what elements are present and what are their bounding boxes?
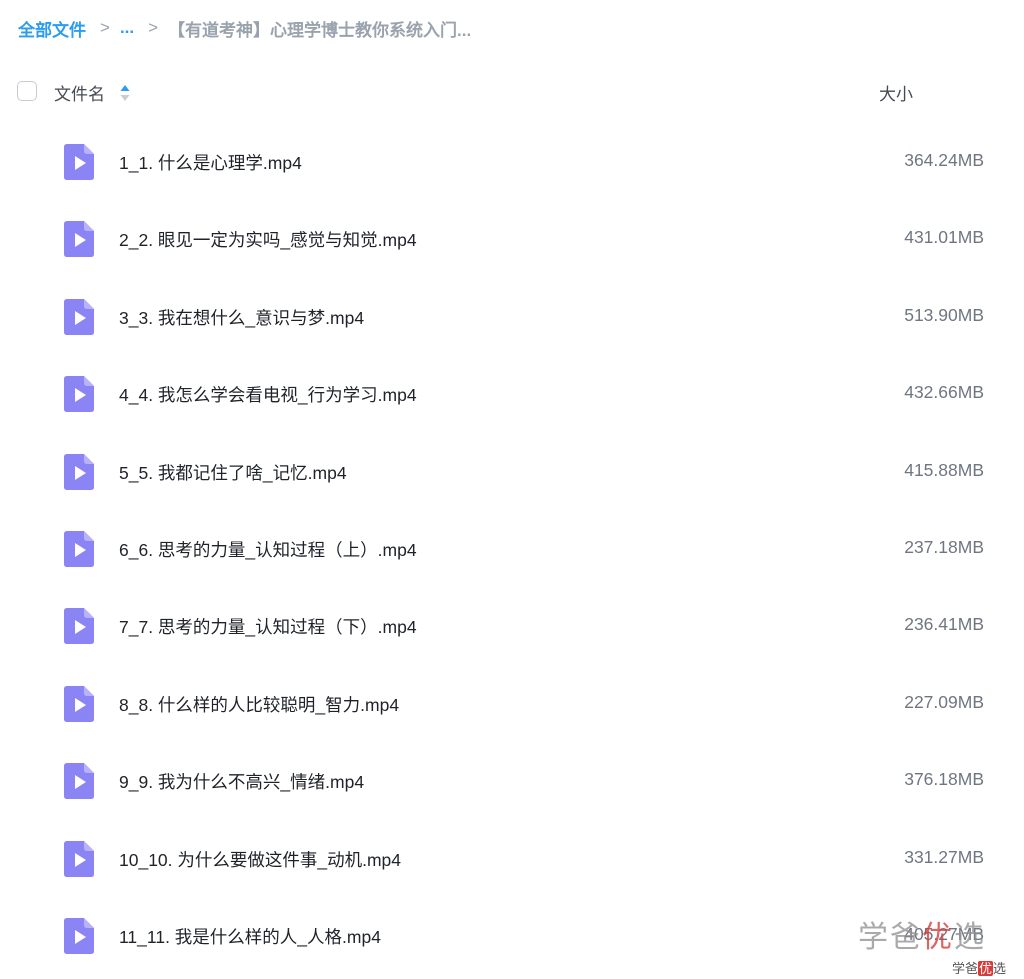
file-size: 431.01MB [904, 227, 984, 248]
file-row[interactable]: 8_8. 什么样的人比较聪明_智力.mp4 227.09MB [0, 665, 1024, 742]
column-header-name[interactable]: 文件名 [54, 80, 131, 105]
video-file-icon [64, 453, 94, 490]
file-name[interactable]: 10_10. 为什么要做这件事_动机.mp4 [119, 847, 401, 872]
select-all-checkbox[interactable] [17, 81, 37, 101]
file-row[interactable]: 9_9. 我为什么不高兴_情绪.mp4 376.18MB [0, 742, 1024, 819]
file-name[interactable]: 7_7. 思考的力量_认知过程（下）.mp4 [119, 614, 417, 639]
video-file-icon [64, 840, 94, 877]
watermark-small-text-end: 选 [993, 961, 1007, 976]
breadcrumb-ellipsis-link[interactable]: ... [120, 18, 134, 38]
file-row[interactable]: 6_6. 思考的力量_认知过程（上）.mp4 237.18MB [0, 510, 1024, 587]
watermark-small: 学爸优选 [952, 958, 1006, 977]
file-name[interactable]: 9_9. 我为什么不高兴_情绪.mp4 [119, 769, 364, 794]
file-list-header: 文件名 大小 [0, 72, 1024, 110]
video-file-icon [64, 608, 94, 645]
video-file-icon [64, 221, 94, 258]
file-list: 1_1. 什么是心理学.mp4 364.24MB 2_2. 眼见一定为实吗_感觉… [0, 123, 1024, 974]
file-name[interactable]: 8_8. 什么样的人比较聪明_智力.mp4 [119, 692, 399, 717]
file-size: 364.24MB [904, 150, 984, 170]
video-file-icon [64, 144, 94, 180]
file-size: 227.09MB [904, 691, 984, 712]
video-file-icon [64, 376, 94, 413]
video-file-icon [64, 763, 94, 800]
breadcrumb: 全部文件 > ... > 【有道考神】心理学博士教你系统入门... [18, 14, 471, 42]
breadcrumb-current-folder: 【有道考神】心理学博士教你系统入门... [168, 20, 472, 40]
file-size: 415.88MB [904, 459, 984, 480]
breadcrumb-root-link[interactable]: 全部文件 [18, 16, 86, 41]
file-size: 237.18MB [904, 536, 984, 557]
chevron-right-icon: > [100, 18, 110, 37]
video-file-icon [64, 530, 94, 567]
file-name[interactable]: 4_4. 我怎么学会看电视_行为学习.mp4 [119, 382, 417, 407]
watermark-large-text: 学爸 [858, 921, 922, 954]
watermark-small-highlight: 优 [978, 961, 994, 976]
file-size: 236.41MB [904, 614, 984, 635]
file-size: 513.90MB [904, 304, 984, 325]
file-size: 432.66MB [904, 382, 984, 403]
video-file-icon [64, 917, 94, 954]
column-header-name-label: 文件名 [54, 85, 105, 104]
file-name[interactable]: 6_6. 思考的力量_认知过程（上）.mp4 [119, 537, 417, 562]
file-name[interactable]: 1_1. 什么是心理学.mp4 [119, 150, 302, 175]
file-name[interactable]: 2_2. 眼见一定为实吗_感觉与知觉.mp4 [119, 227, 417, 252]
sort-icon[interactable] [119, 82, 131, 104]
file-row[interactable]: 7_7. 思考的力量_认知过程（下）.mp4 236.41MB [0, 587, 1024, 664]
chevron-right-icon: > [148, 18, 159, 37]
watermark-small-text: 学爸 [952, 961, 979, 976]
column-header-size[interactable]: 大小 [879, 80, 913, 105]
file-row[interactable]: 3_3. 我在想什么_意识与梦.mp4 513.90MB [0, 278, 1024, 355]
file-row[interactable]: 1_1. 什么是心理学.mp4 364.24MB [0, 123, 1024, 200]
watermark-large-highlight: 优 [922, 921, 954, 954]
file-row[interactable]: 4_4. 我怎么学会看电视_行为学习.mp4 432.66MB [0, 355, 1024, 432]
video-file-icon [64, 298, 94, 335]
file-name[interactable]: 3_3. 我在想什么_意识与梦.mp4 [119, 305, 364, 330]
file-size: 376.18MB [904, 769, 984, 790]
file-size: 331.27MB [904, 846, 984, 867]
file-name[interactable]: 11_11. 我是什么样的人_人格.mp4 [119, 924, 381, 949]
file-row[interactable]: 2_2. 眼见一定为实吗_感觉与知觉.mp4 431.01MB [0, 200, 1024, 277]
file-name[interactable]: 5_5. 我都记住了啥_记忆.mp4 [119, 460, 347, 485]
video-file-icon [64, 685, 94, 722]
watermark-large: 学爸优选 [858, 912, 986, 956]
file-row[interactable]: 5_5. 我都记住了啥_记忆.mp4 415.88MB [0, 433, 1024, 510]
watermark-large-text-end: 选 [954, 921, 986, 954]
file-row[interactable]: 10_10. 为什么要做这件事_动机.mp4 331.27MB [0, 820, 1024, 897]
